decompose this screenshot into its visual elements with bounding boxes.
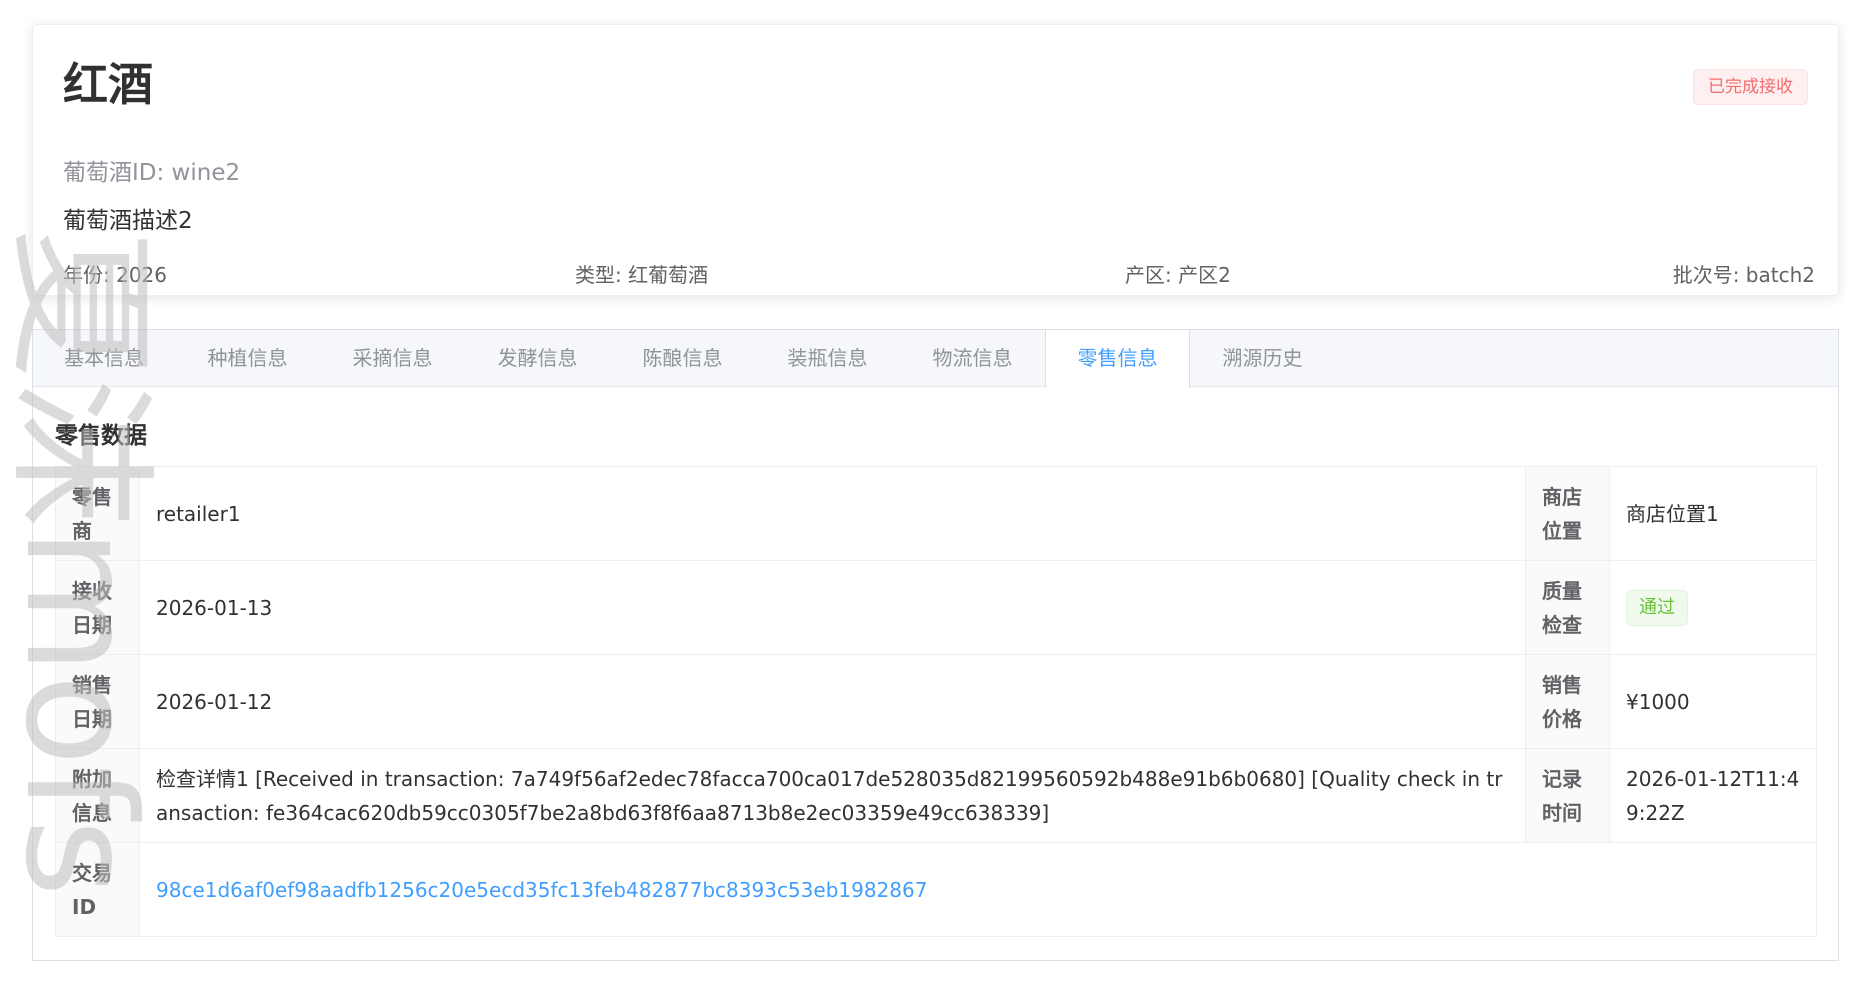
value-receive-date: 2026-01-13 — [139, 560, 1526, 655]
tab-picking-info[interactable]: 采摘信息 — [320, 330, 465, 387]
value-sale-price: ¥1000 — [1609, 654, 1817, 749]
wine-title: 红酒 — [63, 58, 154, 111]
label-sale-date: 销售日期 — [55, 654, 140, 749]
label-additional-info: 附加信息 — [55, 748, 140, 843]
label-receive-date: 接收日期 — [55, 560, 140, 655]
tab-fermentation-info[interactable]: 发酵信息 — [465, 330, 610, 387]
label-sale-price: 销售价格 — [1525, 654, 1610, 749]
label-store-location: 商店位置 — [1525, 466, 1610, 561]
value-record-time: 2026-01-12T11:49:22Z — [1609, 748, 1817, 843]
page: 红酒 已完成接收 葡萄酒ID: wine2 葡萄酒描述2 年份: 2026 类型… — [0, 0, 1857, 995]
quality-pass-tag: 通过 — [1626, 590, 1688, 626]
tab-retail-info[interactable]: 零售信息 — [1045, 330, 1190, 388]
wine-year: 年份: 2026 — [63, 263, 167, 287]
table-row: 零售商 retailer1 商店位置 商店位置1 — [55, 466, 1817, 561]
status-badge: 已完成接收 — [1693, 69, 1808, 105]
tab-logistics-info[interactable]: 物流信息 — [900, 330, 1045, 387]
value-transaction-id: 98ce1d6af0ef98aadfb1256c20e5ecd35fc13feb… — [139, 842, 1817, 937]
tab-trace-history[interactable]: 溯源历史 — [1190, 330, 1335, 387]
table-row: 接收日期 2026-01-13 质量检查 通过 — [55, 560, 1817, 655]
table-row: 交易ID 98ce1d6af0ef98aadfb1256c20e5ecd35fc… — [55, 842, 1817, 937]
tab-aging-info[interactable]: 陈酿信息 — [610, 330, 755, 387]
value-additional-info: 检查详情1 [Received in transaction: 7a749f56… — [139, 748, 1526, 843]
label-retailer: 零售商 — [55, 466, 140, 561]
value-sale-date: 2026-01-12 — [139, 654, 1526, 749]
value-retailer: retailer1 — [139, 466, 1526, 561]
tabs-nav: 基本信息 种植信息 采摘信息 发酵信息 陈酿信息 装瓶信息 物流信息 零售信息 … — [33, 330, 1838, 388]
transaction-id-link[interactable]: 98ce1d6af0ef98aadfb1256c20e5ecd35fc13feb… — [156, 878, 927, 902]
value-store-location: 商店位置1 — [1609, 466, 1817, 561]
tab-basic-info[interactable]: 基本信息 — [33, 330, 175, 387]
table-row: 附加信息 检查详情1 [Received in transaction: 7a7… — [55, 748, 1817, 843]
wine-type: 类型: 红葡萄酒 — [575, 263, 709, 287]
section-title: 零售数据 — [55, 423, 147, 449]
wine-batch: 批次号: batch2 — [1672, 263, 1815, 287]
retail-data-table: 零售商 retailer1 商店位置 商店位置1 接收日期 2026-01-13… — [55, 466, 1817, 937]
label-record-time: 记录时间 — [1525, 748, 1610, 843]
table-row: 销售日期 2026-01-12 销售价格 ¥1000 — [55, 654, 1817, 749]
tab-planting-info[interactable]: 种植信息 — [175, 330, 320, 387]
wine-header-card: 红酒 已完成接收 葡萄酒ID: wine2 葡萄酒描述2 年份: 2026 类型… — [32, 24, 1839, 296]
wine-description: 葡萄酒描述2 — [63, 208, 193, 234]
label-transaction-id: 交易ID — [55, 842, 140, 937]
wine-region: 产区: 产区2 — [1125, 263, 1231, 287]
value-quality-check: 通过 — [1609, 560, 1817, 655]
tab-bottling-info[interactable]: 装瓶信息 — [755, 330, 900, 387]
label-quality-check: 质量检查 — [1525, 560, 1610, 655]
wine-meta-row: 年份: 2026 类型: 红葡萄酒 产区: 产区2 批次号: batch2 — [63, 259, 1815, 289]
wine-id: 葡萄酒ID: wine2 — [63, 160, 241, 186]
detail-tabs-card: 基本信息 种植信息 采摘信息 发酵信息 陈酿信息 装瓶信息 物流信息 零售信息 … — [32, 329, 1839, 961]
